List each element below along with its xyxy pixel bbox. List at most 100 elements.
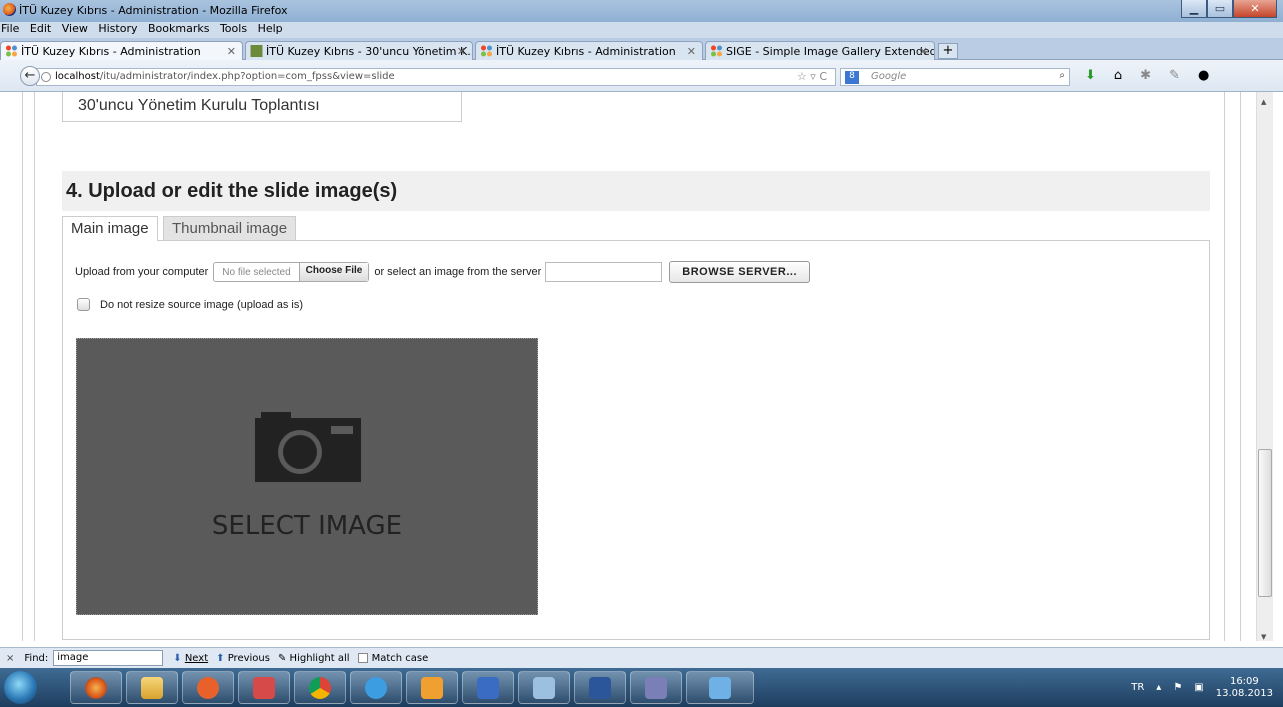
server-image-input[interactable]	[545, 262, 663, 282]
menu-file[interactable]: File	[1, 22, 19, 35]
arrow-up-icon: ⬆	[216, 652, 225, 664]
new-tab-button[interactable]: +	[938, 43, 958, 59]
server-label: or select an image from the server	[374, 266, 542, 278]
access-icon	[645, 676, 667, 699]
tab-close-icon[interactable]: ✕	[457, 45, 466, 58]
menu-history[interactable]: History	[98, 22, 137, 35]
taskbar-chrome[interactable]	[294, 671, 346, 704]
browser-tab-1[interactable]: İTÜ Kuzey Kıbrıs - Administration ✕	[0, 41, 243, 60]
menu-view[interactable]: View	[62, 22, 88, 35]
navigation-bar: localhost/itu/administrator/index.php?op…	[0, 60, 1283, 92]
close-window-button[interactable]: ✕	[1233, 0, 1277, 18]
globe-icon	[41, 72, 51, 82]
taskbar-firefox[interactable]	[70, 671, 122, 704]
bookmark-star-icon[interactable]: ☆ ▿ C	[797, 70, 827, 83]
slide-title-input[interactable]: 30'uncu Yönetim Kurulu Toplantısı	[62, 92, 462, 122]
file-input[interactable]: No file selected Choose File	[213, 262, 370, 282]
home-icon[interactable]: ⌂	[1114, 68, 1122, 83]
taskbar-media-player[interactable]	[182, 671, 234, 704]
image-panel: Upload from your computer No file select…	[62, 240, 1210, 640]
vertical-scrollbar[interactable]: ▲ ▼	[1256, 92, 1273, 641]
taskbar-visio[interactable]	[462, 671, 514, 704]
taskbar-explorer[interactable]	[126, 671, 178, 704]
browser-tab-label: İTÜ Kuzey Kıbrıs - Administration	[496, 45, 676, 58]
choose-file-button[interactable]: Choose File	[298, 263, 369, 281]
network-icon[interactable]: ▣	[1194, 682, 1203, 693]
match-case-checkbox[interactable]	[357, 652, 368, 663]
tab-main-image[interactable]: Main image	[62, 216, 158, 241]
start-button[interactable]	[4, 671, 37, 704]
scissors-icon	[253, 676, 275, 699]
find-next-button[interactable]: ⬇ Next	[173, 653, 208, 664]
tab-close-icon[interactable]: ✕	[227, 45, 236, 58]
show-hidden-icons-icon[interactable]: ▴	[1156, 682, 1161, 693]
tab-close-icon[interactable]: ✕	[687, 45, 696, 58]
taskbar-word[interactable]	[574, 671, 626, 704]
url-path: /itu/administrator/index.php?option=com_…	[99, 71, 395, 82]
find-input[interactable]: image	[53, 650, 164, 666]
browse-server-button[interactable]: BROWSE SERVER...	[669, 261, 811, 283]
minimize-button[interactable]: ▁	[1181, 0, 1207, 18]
window-title: İTÜ Kuzey Kıbrıs - Administration - Mozi…	[19, 4, 288, 17]
search-icon[interactable]: ⌕	[1059, 70, 1065, 81]
frame-line	[22, 92, 23, 641]
match-case-option[interactable]: Match case	[357, 652, 429, 664]
maximize-button[interactable]: ▭	[1207, 0, 1233, 18]
highlight-all-button[interactable]: ✎ Highlight all	[278, 653, 350, 664]
tab-close-icon[interactable]: ✕	[919, 45, 928, 58]
browser-tab-bar: İTÜ Kuzey Kıbrıs - Administration ✕ İTÜ …	[0, 38, 1283, 60]
menu-bar: File Edit View History Bookmarks Tools H…	[0, 22, 1283, 38]
camera-icon	[255, 412, 361, 482]
ie-icon	[365, 676, 387, 699]
search-bar[interactable]: 8 Google ⌕	[840, 68, 1070, 86]
findbar-close-icon[interactable]: ×	[6, 653, 14, 664]
no-resize-row: Do not resize source image (upload as is…	[77, 298, 303, 311]
browser-tab-4[interactable]: SIGE - Simple Image Gallery Extended... …	[705, 41, 935, 60]
frame-line	[1224, 92, 1225, 641]
scrollbar-thumb[interactable]	[1258, 449, 1272, 597]
back-button[interactable]: ←	[20, 66, 40, 86]
file-status: No file selected	[222, 266, 291, 278]
select-image-area[interactable]: SELECT IMAGE	[76, 338, 538, 615]
arrow-down-icon: ⬇	[173, 652, 182, 664]
folder-icon	[141, 676, 163, 699]
google-icon: 8	[845, 71, 859, 84]
match-case-label: Match case	[371, 652, 429, 664]
frame-line	[34, 92, 35, 641]
flag-icon[interactable]: ⚑	[1173, 682, 1182, 693]
find-label: Find:	[24, 652, 49, 664]
visio-icon	[477, 676, 499, 699]
tab-thumbnail-image[interactable]: Thumbnail image	[163, 216, 297, 241]
find-previous-button[interactable]: ⬆ Previous	[216, 653, 270, 664]
section-heading: 4. Upload or edit the slide image(s)	[62, 171, 1210, 211]
url-bar[interactable]: localhost/itu/administrator/index.php?op…	[36, 68, 836, 86]
upload-label: Upload from your computer	[75, 266, 209, 278]
notepad-icon	[709, 676, 731, 699]
firefox-icon	[3, 3, 16, 16]
menu-edit[interactable]: Edit	[30, 22, 51, 35]
scroll-down-icon[interactable]: ▼	[1261, 633, 1266, 641]
menu-icon[interactable]: ●	[1198, 68, 1209, 83]
taskbar-access[interactable]	[630, 671, 682, 704]
menu-bookmarks[interactable]: Bookmarks	[148, 22, 209, 35]
clock[interactable]: 16:09 13.08.2013	[1216, 676, 1273, 700]
clock-time: 16:09	[1229, 675, 1259, 687]
no-resize-checkbox[interactable]	[77, 298, 90, 311]
menu-help[interactable]: Help	[258, 22, 283, 35]
taskbar-outlook[interactable]	[406, 671, 458, 704]
download-icon[interactable]: ⬇	[1085, 68, 1096, 83]
menu-tools[interactable]: Tools	[220, 22, 247, 35]
taskbar-paint[interactable]	[518, 671, 570, 704]
tools-icon[interactable]: ✎	[1169, 68, 1180, 83]
language-indicator[interactable]: TR	[1131, 682, 1144, 693]
outlook-icon	[421, 676, 443, 699]
select-image-label: SELECT IMAGE	[211, 511, 403, 541]
browser-tab-2[interactable]: İTÜ Kuzey Kıbrıs - 30'uncu Yönetim K... …	[245, 41, 473, 60]
taskbar-internet-explorer[interactable]	[350, 671, 402, 704]
taskbar-snipping-tool[interactable]	[238, 671, 290, 704]
addon-icon[interactable]: ✱	[1140, 68, 1151, 83]
browser-tab-3[interactable]: İTÜ Kuzey Kıbrıs - Administration ✕	[475, 41, 703, 60]
system-tray: TR ▴ ⚑ ▣ 16:09 13.08.2013	[1131, 670, 1273, 705]
scroll-up-icon[interactable]: ▲	[1261, 98, 1266, 106]
taskbar-notepad[interactable]	[686, 671, 754, 704]
